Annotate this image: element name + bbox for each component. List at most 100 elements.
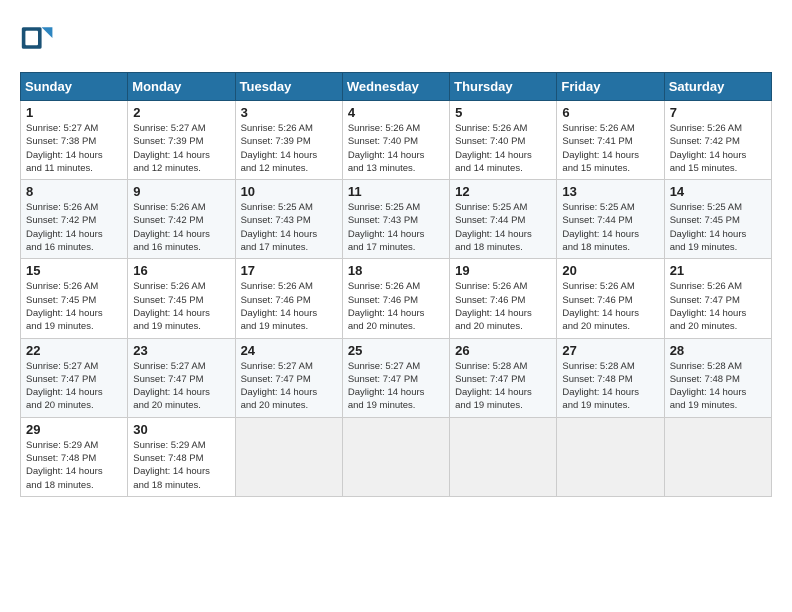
day-info: Sunrise: 5:26 AMSunset: 7:42 PMDaylight:… xyxy=(670,122,766,175)
calendar-cell: 29 Sunrise: 5:29 AMSunset: 7:48 PMDayligh… xyxy=(21,417,128,496)
day-number: 10 xyxy=(241,184,337,199)
calendar-cell: 24Sunrise: 5:27 AMSunset: 7:47 PMDayligh… xyxy=(235,338,342,417)
day-number: 15 xyxy=(26,263,122,278)
calendar-cell xyxy=(557,417,664,496)
day-info: Sunrise: 5:25 AMSunset: 7:43 PMDaylight:… xyxy=(348,201,444,254)
calendar-table: SundayMondayTuesdayWednesdayThursdayFrid… xyxy=(20,72,772,497)
day-number: 1 xyxy=(26,105,122,120)
day-number: 27 xyxy=(562,343,658,358)
day-number: 5 xyxy=(455,105,551,120)
calendar-cell: 15 Sunrise: 5:26 AMSunset: 7:45 PMDayligh… xyxy=(21,259,128,338)
day-info: Sunrise: 5:26 AMSunset: 7:46 PMDaylight:… xyxy=(241,280,337,333)
day-info: Sunrise: 5:26 AMSunset: 7:41 PMDaylight:… xyxy=(562,122,658,175)
calendar-cell xyxy=(450,417,557,496)
calendar-cell: 13Sunrise: 5:25 AMSunset: 7:44 PMDayligh… xyxy=(557,180,664,259)
day-number: 2 xyxy=(133,105,229,120)
page-header xyxy=(20,20,772,56)
calendar-cell: 7 Sunrise: 5:26 AMSunset: 7:42 PMDaylight… xyxy=(664,101,771,180)
day-info: Sunrise: 5:27 AMSunset: 7:39 PMDaylight:… xyxy=(133,122,229,175)
calendar-cell: 22 Sunrise: 5:27 AMSunset: 7:47 PMDayligh… xyxy=(21,338,128,417)
day-number: 20 xyxy=(562,263,658,278)
day-info: Sunrise: 5:27 AMSunset: 7:47 PMDaylight:… xyxy=(26,360,122,413)
day-info: Sunrise: 5:29 AMSunset: 7:48 PMDaylight:… xyxy=(26,439,122,492)
calendar-header-row: SundayMondayTuesdayWednesdayThursdayFrid… xyxy=(21,73,772,101)
calendar-cell: 19Sunrise: 5:26 AMSunset: 7:46 PMDayligh… xyxy=(450,259,557,338)
day-number: 12 xyxy=(455,184,551,199)
day-number: 11 xyxy=(348,184,444,199)
day-info: Sunrise: 5:26 AMSunset: 7:46 PMDaylight:… xyxy=(455,280,551,333)
day-number: 6 xyxy=(562,105,658,120)
day-info: Sunrise: 5:26 AMSunset: 7:40 PMDaylight:… xyxy=(348,122,444,175)
day-info: Sunrise: 5:26 AMSunset: 7:45 PMDaylight:… xyxy=(26,280,122,333)
weekday-header: Sunday xyxy=(21,73,128,101)
day-info: Sunrise: 5:29 AMSunset: 7:48 PMDaylight:… xyxy=(133,439,229,492)
day-info: Sunrise: 5:27 AMSunset: 7:47 PMDaylight:… xyxy=(348,360,444,413)
day-number: 17 xyxy=(241,263,337,278)
day-number: 25 xyxy=(348,343,444,358)
day-number: 22 xyxy=(26,343,122,358)
day-info: Sunrise: 5:28 AMSunset: 7:48 PMDaylight:… xyxy=(670,360,766,413)
calendar-cell: 2 Sunrise: 5:27 AMSunset: 7:39 PMDaylight… xyxy=(128,101,235,180)
calendar-cell: 20 Sunrise: 5:26 AMSunset: 7:46 PMDayligh… xyxy=(557,259,664,338)
day-number: 3 xyxy=(241,105,337,120)
day-number: 14 xyxy=(670,184,766,199)
day-info: Sunrise: 5:26 AMSunset: 7:47 PMDaylight:… xyxy=(670,280,766,333)
day-info: Sunrise: 5:27 AMSunset: 7:47 PMDaylight:… xyxy=(133,360,229,413)
day-info: Sunrise: 5:25 AMSunset: 7:45 PMDaylight:… xyxy=(670,201,766,254)
day-info: Sunrise: 5:25 AMSunset: 7:44 PMDaylight:… xyxy=(562,201,658,254)
weekday-header: Tuesday xyxy=(235,73,342,101)
calendar-cell: 5Sunrise: 5:26 AMSunset: 7:40 PMDaylight… xyxy=(450,101,557,180)
calendar-week-row: 29 Sunrise: 5:29 AMSunset: 7:48 PMDayligh… xyxy=(21,417,772,496)
weekday-header: Thursday xyxy=(450,73,557,101)
logo xyxy=(20,20,60,56)
calendar-cell: 14 Sunrise: 5:25 AMSunset: 7:45 PMDayligh… xyxy=(664,180,771,259)
calendar-week-row: 22 Sunrise: 5:27 AMSunset: 7:47 PMDayligh… xyxy=(21,338,772,417)
calendar-cell: 23 Sunrise: 5:27 AMSunset: 7:47 PMDayligh… xyxy=(128,338,235,417)
calendar-cell: 17 Sunrise: 5:26 AMSunset: 7:46 PMDayligh… xyxy=(235,259,342,338)
day-number: 18 xyxy=(348,263,444,278)
calendar-cell: 4 Sunrise: 5:26 AMSunset: 7:40 PMDaylight… xyxy=(342,101,449,180)
calendar-week-row: 8 Sunrise: 5:26 AMSunset: 7:42 PMDaylight… xyxy=(21,180,772,259)
calendar-cell: 3Sunrise: 5:26 AMSunset: 7:39 PMDaylight… xyxy=(235,101,342,180)
day-number: 21 xyxy=(670,263,766,278)
calendar-cell: 26 Sunrise: 5:28 AMSunset: 7:47 PMDayligh… xyxy=(450,338,557,417)
weekday-header: Monday xyxy=(128,73,235,101)
day-info: Sunrise: 5:25 AMSunset: 7:43 PMDaylight:… xyxy=(241,201,337,254)
day-number: 23 xyxy=(133,343,229,358)
day-info: Sunrise: 5:27 AMSunset: 7:38 PMDaylight:… xyxy=(26,122,122,175)
day-info: Sunrise: 5:26 AMSunset: 7:42 PMDaylight:… xyxy=(133,201,229,254)
day-info: Sunrise: 5:26 AMSunset: 7:46 PMDaylight:… xyxy=(562,280,658,333)
calendar-week-row: 1 Sunrise: 5:27 AMSunset: 7:38 PMDaylight… xyxy=(21,101,772,180)
calendar-cell: 11 Sunrise: 5:25 AMSunset: 7:43 PMDayligh… xyxy=(342,180,449,259)
calendar-cell xyxy=(235,417,342,496)
day-number: 4 xyxy=(348,105,444,120)
calendar-cell xyxy=(342,417,449,496)
day-number: 8 xyxy=(26,184,122,199)
weekday-header: Wednesday xyxy=(342,73,449,101)
day-info: Sunrise: 5:26 AMSunset: 7:46 PMDaylight:… xyxy=(348,280,444,333)
logo-icon xyxy=(20,20,56,56)
calendar-cell: 12 Sunrise: 5:25 AMSunset: 7:44 PMDayligh… xyxy=(450,180,557,259)
day-number: 9 xyxy=(133,184,229,199)
day-number: 29 xyxy=(26,422,122,437)
day-number: 30 xyxy=(133,422,229,437)
calendar-cell: 9 Sunrise: 5:26 AMSunset: 7:42 PMDaylight… xyxy=(128,180,235,259)
day-number: 28 xyxy=(670,343,766,358)
day-info: Sunrise: 5:26 AMSunset: 7:42 PMDaylight:… xyxy=(26,201,122,254)
calendar-cell: 18 Sunrise: 5:26 AMSunset: 7:46 PMDayligh… xyxy=(342,259,449,338)
calendar-cell: 10 Sunrise: 5:25 AMSunset: 7:43 PMDayligh… xyxy=(235,180,342,259)
calendar-cell: 30 Sunrise: 5:29 AMSunset: 7:48 PMDayligh… xyxy=(128,417,235,496)
day-info: Sunrise: 5:25 AMSunset: 7:44 PMDaylight:… xyxy=(455,201,551,254)
calendar-cell: 1 Sunrise: 5:27 AMSunset: 7:38 PMDaylight… xyxy=(21,101,128,180)
calendar-cell: 6 Sunrise: 5:26 AMSunset: 7:41 PMDaylight… xyxy=(557,101,664,180)
calendar-cell: 25 Sunrise: 5:27 AMSunset: 7:47 PMDayligh… xyxy=(342,338,449,417)
day-info: Sunrise: 5:28 AMSunset: 7:47 PMDaylight:… xyxy=(455,360,551,413)
calendar-cell: 27 Sunrise: 5:28 AMSunset: 7:48 PMDayligh… xyxy=(557,338,664,417)
day-number: 26 xyxy=(455,343,551,358)
day-info: Sunrise: 5:26 AMSunset: 7:45 PMDaylight:… xyxy=(133,280,229,333)
calendar-week-row: 15 Sunrise: 5:26 AMSunset: 7:45 PMDayligh… xyxy=(21,259,772,338)
day-number: 7 xyxy=(670,105,766,120)
day-info: Sunrise: 5:28 AMSunset: 7:48 PMDaylight:… xyxy=(562,360,658,413)
day-number: 16 xyxy=(133,263,229,278)
day-info: Sunrise: 5:27 AMSunset: 7:47 PMDaylight:… xyxy=(241,360,337,413)
